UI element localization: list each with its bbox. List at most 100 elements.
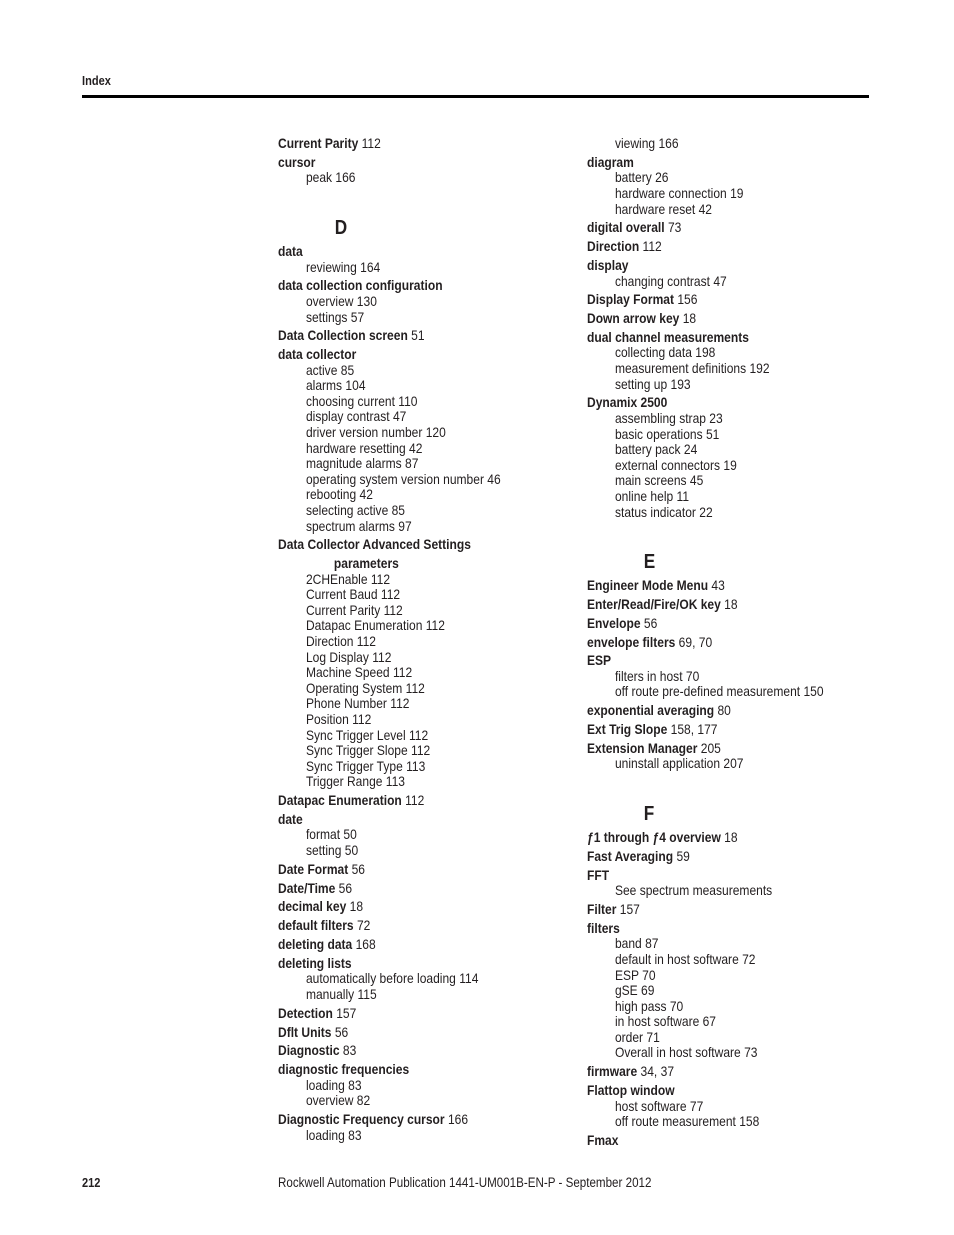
page-reference: 56	[351, 860, 365, 877]
index-term: digital overall	[587, 219, 665, 236]
index-term: diagnostic frequencies	[278, 1061, 410, 1078]
index-term: Extension Manager	[587, 739, 698, 756]
index-term: Filter	[587, 900, 617, 917]
index-term: display	[587, 256, 629, 273]
index-sub-entry: loading 83	[305, 1076, 362, 1093]
index-main-entry: Enter/Read/Fire/OK key 18	[587, 595, 836, 613]
index-main-entry: data	[278, 242, 527, 260]
page-reference: 157	[336, 1004, 357, 1021]
index-main-entry: Current Parity 112	[278, 135, 527, 152]
section-letter: E	[643, 551, 656, 574]
index-sub-entry: Sync Trigger Type 113	[305, 757, 426, 774]
index-main-entry: diagram	[587, 153, 836, 171]
index-sub-entry: Operating System 112	[305, 679, 425, 696]
index-main-entry: diagnostic frequencies	[278, 1061, 527, 1078]
index-term: Display Format	[587, 291, 674, 308]
index-term: Engineer Mode Menu	[587, 577, 709, 594]
index-sub-entry: viewing 166	[614, 135, 679, 151]
index-term: ƒ1 through ƒ4 overview	[587, 829, 721, 845]
index-main-entry: Date/Time 56	[278, 880, 527, 897]
index-term: Current Parity	[278, 135, 359, 151]
index-sub-entry: Log Display 112	[305, 648, 392, 665]
index-sub-entry: alarms 104	[305, 377, 366, 394]
index-column-left: Current Parity 112 cursor peak 166 Ddata rev…	[278, 135, 568, 1143]
index-sub-entry: Overall in host software 73	[614, 1044, 758, 1061]
index-term: Envelope	[587, 614, 641, 631]
index-sub-entry: See spectrum measurements	[614, 882, 773, 899]
index-main-entry: Data Collector Advanced Settings	[278, 537, 527, 553]
index-sub-entry: Machine Speed 112	[305, 664, 413, 681]
index-term: Dynamix 2500	[587, 394, 668, 411]
index-main-entry: Datapac Enumeration 112	[278, 792, 527, 809]
index-main-entry: data collection configuration	[278, 278, 527, 294]
index-term: exponential averaging	[587, 702, 715, 719]
index-sub-entry: display contrast 47	[305, 408, 407, 425]
index-main-entry: firmware 34, 37	[587, 1063, 836, 1080]
page-reference: 112	[405, 792, 425, 809]
index-term: Diagnostic	[278, 1042, 340, 1059]
index-main-entry: digital overall 73	[587, 220, 836, 236]
index-sub-entry: measurement definitions 192	[614, 360, 770, 377]
index-main-entry: Diagnostic Frequency cursor 166	[278, 1111, 527, 1128]
index-sub-entry: active 85	[305, 361, 355, 378]
page-reference: 166	[447, 1111, 469, 1128]
index-term: date	[278, 810, 303, 827]
index-main-entry: Direction 112	[587, 238, 836, 255]
page-reference: 157	[619, 900, 640, 917]
section-letter: D	[334, 216, 348, 239]
index-sub-entry: Sync Trigger Level 112	[305, 726, 429, 743]
index-main-entry: Fmax	[587, 1132, 836, 1149]
index-main-entry: Down arrow key 18	[587, 310, 836, 327]
index-term: data collector	[278, 346, 357, 363]
index-sub-entry: setting 50	[305, 842, 359, 859]
index-term: Fmax	[587, 1132, 619, 1148]
page-reference: 51	[411, 327, 425, 344]
page-reference: 18	[724, 595, 738, 612]
index-main-entry: Dynamix 2500	[587, 395, 836, 411]
index-sub-entry: assembling strap 23	[614, 410, 723, 426]
page-reference: 80	[717, 702, 731, 719]
index-main-entry: Filter 157	[587, 900, 836, 918]
page-reference: 112	[361, 135, 381, 151]
index-sub-entry: setting up 193	[614, 375, 691, 392]
index-sub-entry: Current Parity 112	[305, 601, 403, 618]
page-reference: 168	[355, 935, 376, 952]
header-rule	[82, 95, 869, 98]
index-sub-entry: overview 82	[305, 1092, 371, 1109]
index-sub-entry: in host software 67	[614, 1013, 717, 1030]
index-term: default filters	[278, 917, 354, 934]
index-subheading: parameters	[333, 555, 399, 571]
index-sub-entry: overview 130	[305, 292, 377, 309]
index-sub-entry: off route pre-defined measurement 150	[614, 683, 824, 700]
index-sub-entry: automatically before loading 114	[305, 970, 479, 987]
index-sub-entry: ESP 70	[614, 966, 656, 983]
index-sub-entry: driver version number 120	[305, 424, 446, 441]
index-sub-entry: loading 83	[305, 1126, 362, 1143]
page-reference: 205	[700, 739, 721, 756]
page-reference: 34, 37	[640, 1063, 675, 1080]
page-reference: 158, 177	[670, 721, 718, 738]
index-main-entry: cursor	[278, 154, 527, 171]
index-sub-entry: off route measurement 158	[614, 1113, 760, 1130]
page-reference: 112	[642, 238, 662, 255]
index-term: Diagnostic Frequency cursor	[278, 1111, 445, 1128]
index-main-entry: display	[587, 256, 836, 274]
index-sub-entry: filters in host 70	[614, 667, 700, 684]
index-main-entry: Data Collection screen 51	[278, 328, 527, 344]
index-term: data	[278, 242, 303, 259]
page-reference: 73	[667, 219, 682, 236]
index-term: firmware	[587, 1063, 638, 1080]
index-term: dual channel measurements	[587, 328, 749, 345]
index-main-entry: Dflt Units 56	[278, 1024, 527, 1041]
index-term: filters	[587, 919, 620, 936]
index-main-entry: Extension Manager 205	[587, 739, 836, 757]
index-term: Down arrow key	[587, 310, 680, 327]
page-reference: 56	[643, 614, 658, 631]
index-sub-entry: Phone Number 112	[305, 695, 410, 712]
index-main-entry: ƒ1 through ƒ4 overview 18	[587, 829, 836, 846]
index-sub-entry: Datapac Enumeration 112	[305, 617, 445, 634]
index-main-entry: filters	[587, 919, 836, 937]
index-sub-entry: battery pack 24	[614, 441, 698, 458]
index-main-entry: Fast Averaging 59	[587, 848, 836, 865]
index-term: diagram	[587, 153, 634, 170]
